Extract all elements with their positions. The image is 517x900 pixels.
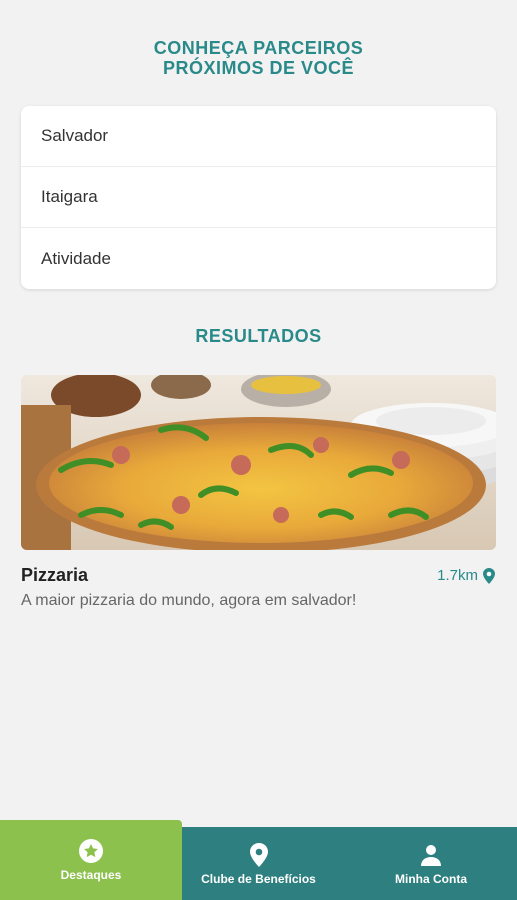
nav-destaques[interactable]: Destaques	[0, 820, 182, 900]
filter-activity[interactable]: Atividade	[21, 228, 496, 289]
filter-card: Salvador Itaigara Atividade	[21, 106, 496, 289]
filter-neighborhood[interactable]: Itaigara	[21, 167, 496, 228]
partner-distance: 1.7km	[437, 567, 495, 584]
page-title: CONHEÇA PARCEIROS PRÓXIMOS DE VOCÊ	[0, 38, 517, 78]
nav-label-destaques: Destaques	[60, 868, 122, 882]
partner-description: A maior pizzaria do mundo, agora em salv…	[21, 592, 357, 609]
partner-image[interactable]	[21, 375, 496, 550]
nav-label-conta: Minha Conta	[395, 871, 467, 886]
star-icon	[79, 839, 103, 863]
page-title-line-1: CONHEÇA PARCEIROS	[153, 38, 364, 58]
nav-minha-conta[interactable]: Minha Conta	[345, 827, 517, 900]
nav-clube-beneficios[interactable]: Clube de Benefícios	[182, 827, 335, 900]
distance-value: 1.7km	[437, 567, 478, 584]
nav-label-clube: Clube de Benefícios	[201, 871, 316, 886]
results-title: RESULTADOS	[195, 326, 322, 346]
pizza-image	[21, 375, 496, 550]
location-pin-icon	[249, 842, 268, 867]
page-title-line-2: PRÓXIMOS DE VOCÊ	[162, 58, 355, 78]
person-icon	[421, 844, 441, 866]
filter-city[interactable]: Salvador	[21, 106, 496, 167]
location-pin-icon	[483, 567, 495, 584]
partner-name[interactable]: Pizzaria	[21, 565, 88, 586]
